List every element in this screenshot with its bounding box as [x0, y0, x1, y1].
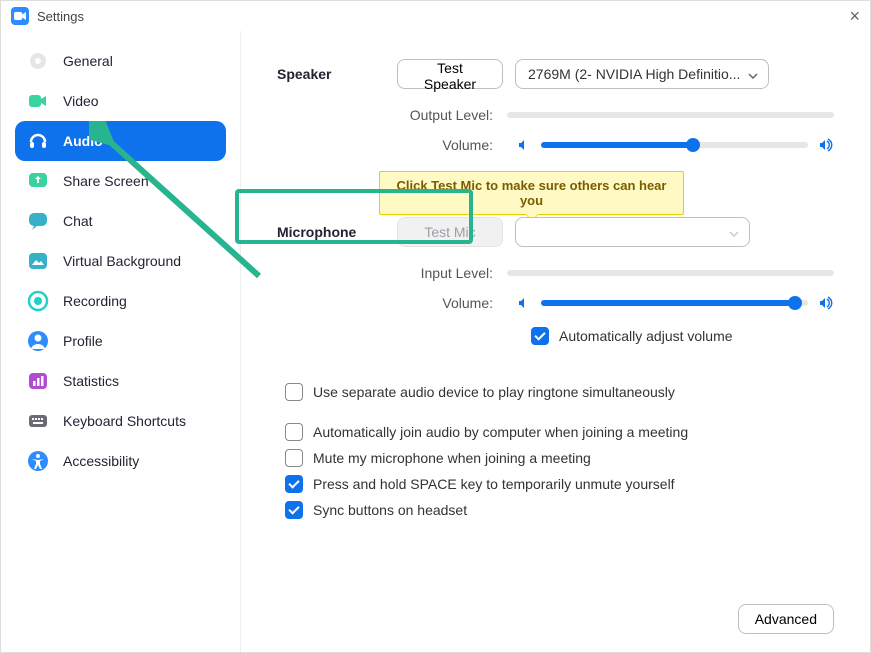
option-label: Press and hold SPACE key to temporarily … — [313, 476, 675, 492]
sidebar-item-keyboard-shortcuts[interactable]: Keyboard Shortcuts — [15, 401, 226, 441]
sidebar-item-recording[interactable]: Recording — [15, 281, 226, 321]
input-level-meter — [507, 270, 834, 276]
microphone-heading: Microphone — [277, 224, 397, 240]
general-icon — [27, 50, 49, 72]
content-audio: Speaker Test Speaker 2769M (2- NVIDIA Hi… — [241, 31, 870, 652]
sidebar-item-label: Keyboard Shortcuts — [63, 413, 186, 429]
option-label: Sync buttons on headset — [313, 502, 467, 518]
test-mic-tooltip: Click Test Mic to make sure others can h… — [379, 171, 684, 215]
option-label: Mute my microphone when joining a meetin… — [313, 450, 591, 466]
chat-icon — [27, 210, 49, 232]
auto-adjust-label: Automatically adjust volume — [559, 328, 733, 344]
sidebar-item-label: Virtual Background — [63, 253, 181, 269]
option-checkbox-0[interactable] — [285, 383, 303, 401]
speaker-device-value: 2769M (2- NVIDIA High Definitio... — [528, 66, 740, 82]
sidebar-item-label: Share Screen — [63, 173, 149, 189]
input-level-label: Input Level: — [277, 265, 507, 281]
titlebar: Settings × — [1, 1, 870, 31]
profile-icon — [27, 330, 49, 352]
audio-icon — [27, 130, 49, 152]
output-level-label: Output Level: — [277, 107, 507, 123]
sidebar-item-video[interactable]: Video — [15, 81, 226, 121]
sidebar-item-audio[interactable]: Audio — [15, 121, 226, 161]
speaker-heading: Speaker — [277, 66, 397, 82]
sidebar-item-share-screen[interactable]: Share Screen — [15, 161, 226, 201]
video-icon — [27, 90, 49, 112]
auto-adjust-checkbox[interactable] — [531, 327, 549, 345]
option-checkbox-3[interactable] — [285, 475, 303, 493]
sidebar-item-label: Recording — [63, 293, 127, 309]
sidebar-item-label: Audio — [63, 133, 103, 149]
test-mic-button[interactable]: Test Mic — [397, 217, 503, 247]
chevron-down-icon — [729, 224, 739, 240]
sidebar-item-chat[interactable]: Chat — [15, 201, 226, 241]
option-label: Use separate audio device to play ringto… — [313, 384, 675, 400]
sidebar-item-virtual-background[interactable]: Virtual Background — [15, 241, 226, 281]
close-icon[interactable]: × — [849, 6, 860, 27]
chevron-down-icon — [748, 66, 758, 82]
option-checkbox-2[interactable] — [285, 449, 303, 467]
speaker-device-select[interactable]: 2769M (2- NVIDIA High Definitio... — [515, 59, 769, 89]
option-checkbox-1[interactable] — [285, 423, 303, 441]
share-screen-icon — [27, 170, 49, 192]
volume-high-icon — [818, 296, 834, 310]
recording-icon — [27, 290, 49, 312]
sidebar-item-label: Statistics — [63, 373, 119, 389]
sidebar: General Video Audio Share Screen Chat Virtual… — [1, 31, 241, 652]
sidebar-item-general[interactable]: General — [15, 41, 226, 81]
mic-volume-slider[interactable] — [541, 300, 808, 306]
option-checkbox-4[interactable] — [285, 501, 303, 519]
sidebar-item-label: Profile — [63, 333, 103, 349]
volume-low-icon — [517, 138, 531, 152]
mic-device-select[interactable] — [515, 217, 750, 247]
sidebar-item-statistics[interactable]: Statistics — [15, 361, 226, 401]
sidebar-item-accessibility[interactable]: Accessibility — [15, 441, 226, 481]
sidebar-item-label: Accessibility — [63, 453, 139, 469]
mic-volume-label: Volume: — [277, 295, 507, 311]
advanced-button[interactable]: Advanced — [738, 604, 834, 634]
keyboard-shortcuts-icon — [27, 410, 49, 432]
accessibility-icon — [27, 450, 49, 472]
test-speaker-button[interactable]: Test Speaker — [397, 59, 503, 89]
virtual-background-icon — [27, 250, 49, 272]
sidebar-item-label: General — [63, 53, 113, 69]
app-icon — [11, 7, 29, 25]
statistics-icon — [27, 370, 49, 392]
settings-window: Settings × General Video Audio Share Screen… — [0, 0, 871, 653]
volume-high-icon — [818, 138, 834, 152]
output-level-meter — [507, 112, 834, 118]
sidebar-item-profile[interactable]: Profile — [15, 321, 226, 361]
speaker-volume-slider[interactable] — [541, 142, 808, 148]
speaker-volume-label: Volume: — [277, 137, 507, 153]
option-label: Automatically join audio by computer whe… — [313, 424, 688, 440]
sidebar-item-label: Video — [63, 93, 99, 109]
volume-low-icon — [517, 296, 531, 310]
sidebar-item-label: Chat — [63, 213, 93, 229]
window-title: Settings — [37, 9, 84, 24]
